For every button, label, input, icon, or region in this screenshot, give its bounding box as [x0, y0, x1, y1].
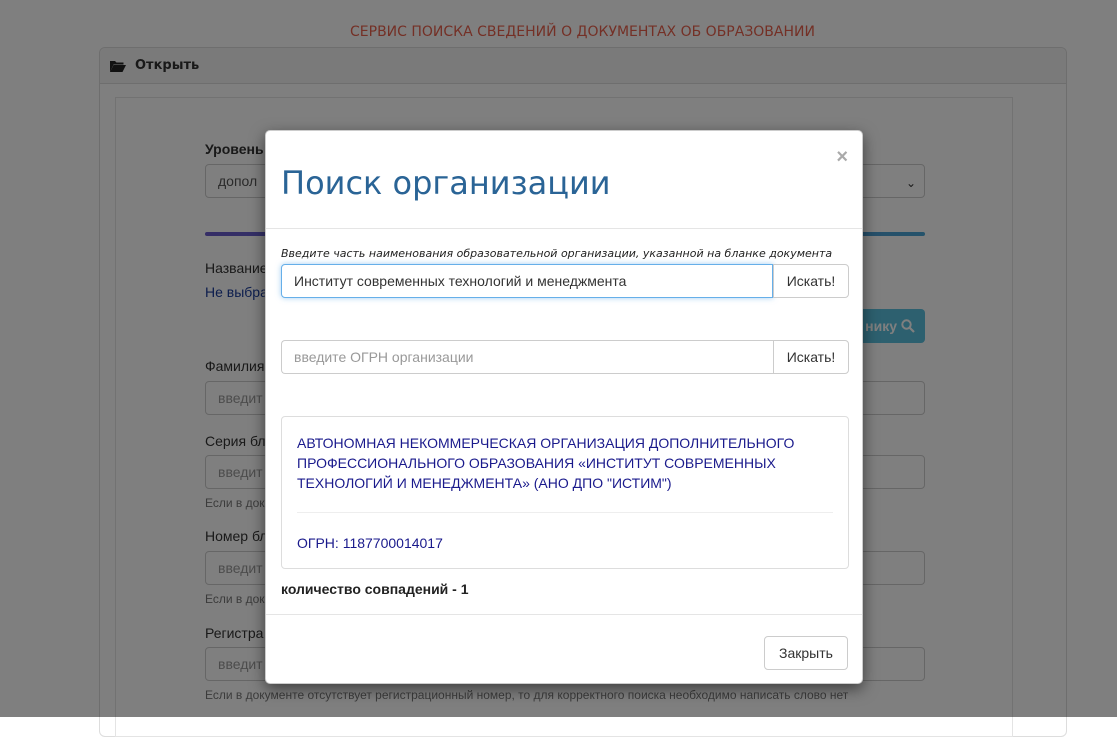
- name-search-hint: Введите часть наименования образовательн…: [281, 247, 833, 260]
- modal-footer: Закрыть: [266, 614, 862, 684]
- result-divider: [297, 512, 833, 513]
- modal-title: Поиск организации: [281, 164, 611, 202]
- close-icon[interactable]: ×: [836, 147, 848, 167]
- match-count: количество совпадений - 1: [281, 581, 469, 597]
- search-result-item[interactable]: АВТОНОМНАЯ НЕКОММЕРЧЕСКАЯ ОРГАНИЗАЦИЯ ДО…: [281, 416, 849, 569]
- ogrn-search-group: Искать!: [281, 340, 849, 374]
- ogrn-input[interactable]: [281, 340, 773, 374]
- close-button[interactable]: Закрыть: [764, 636, 848, 670]
- result-org-name[interactable]: АВТОНОМНАЯ НЕКОММЕРЧЕСКАЯ ОРГАНИЗАЦИЯ ДО…: [297, 433, 837, 493]
- org-search-modal: Поиск организации × Введите часть наимен…: [265, 130, 863, 684]
- name-search-group: Искать!: [281, 264, 849, 298]
- ogrn-search-button[interactable]: Искать!: [773, 340, 849, 374]
- name-search-button[interactable]: Искать!: [773, 264, 849, 298]
- org-name-input[interactable]: [281, 264, 773, 298]
- modal-header: Поиск организации ×: [266, 131, 862, 229]
- result-ogrn: ОГРН: 1187700014017: [297, 535, 443, 551]
